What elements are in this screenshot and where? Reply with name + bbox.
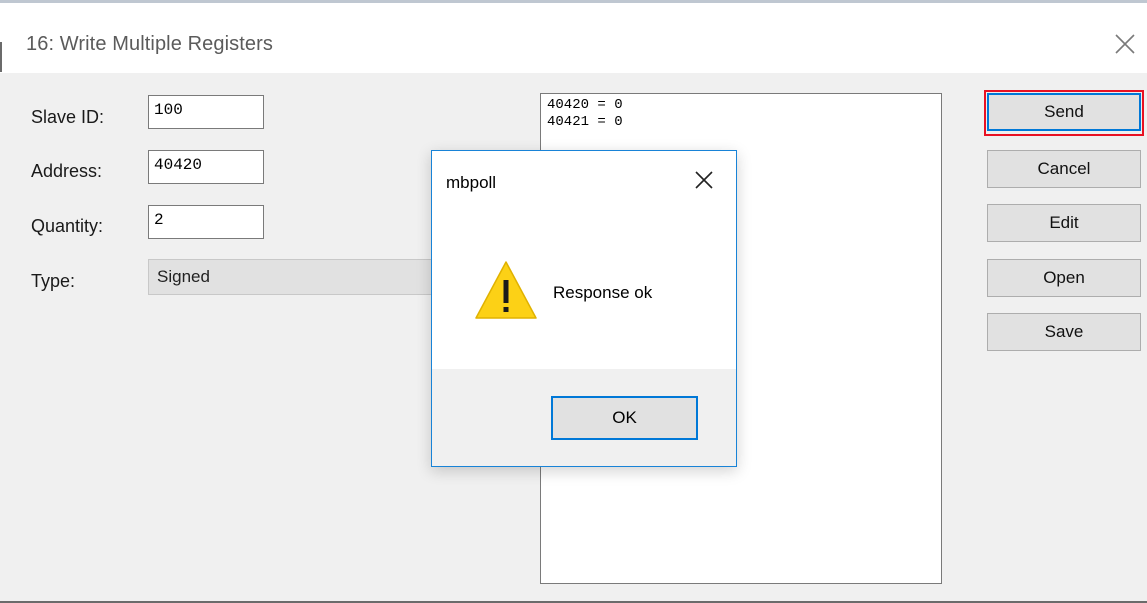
warning-icon	[475, 261, 537, 319]
message-box-title: mbpoll	[446, 173, 497, 192]
close-icon[interactable]	[693, 169, 715, 191]
cancel-button[interactable]: Cancel	[987, 150, 1141, 188]
list-item[interactable]: 40421 = 0	[547, 114, 941, 131]
quantity-label: Quantity:	[31, 216, 104, 236]
list-item[interactable]: 40420 = 0	[547, 97, 941, 114]
message-box: mbpoll Response ok OK	[431, 150, 737, 467]
window-left-edge	[0, 42, 2, 72]
close-icon[interactable]	[1113, 31, 1137, 57]
dialog-title: 16: Write Multiple Registers	[26, 33, 273, 55]
address-label: Address:	[31, 161, 103, 181]
quantity-input[interactable]: 2	[148, 205, 264, 239]
send-button[interactable]: Send	[987, 93, 1141, 131]
ok-button[interactable]: OK	[551, 396, 698, 440]
slave-id-input[interactable]: 100	[148, 95, 264, 129]
edit-button[interactable]: Edit	[987, 204, 1141, 242]
address-input[interactable]: 40420	[148, 150, 264, 184]
message-box-footer: OK	[432, 369, 736, 466]
save-button[interactable]: Save	[987, 313, 1141, 351]
open-button[interactable]: Open	[987, 259, 1141, 297]
slave-id-label: Slave ID:	[31, 107, 105, 127]
type-label: Type:	[31, 271, 76, 291]
message-text: Response ok	[553, 283, 653, 302]
type-select[interactable]: Signed	[148, 259, 438, 295]
window-top-border	[0, 0, 1147, 13]
